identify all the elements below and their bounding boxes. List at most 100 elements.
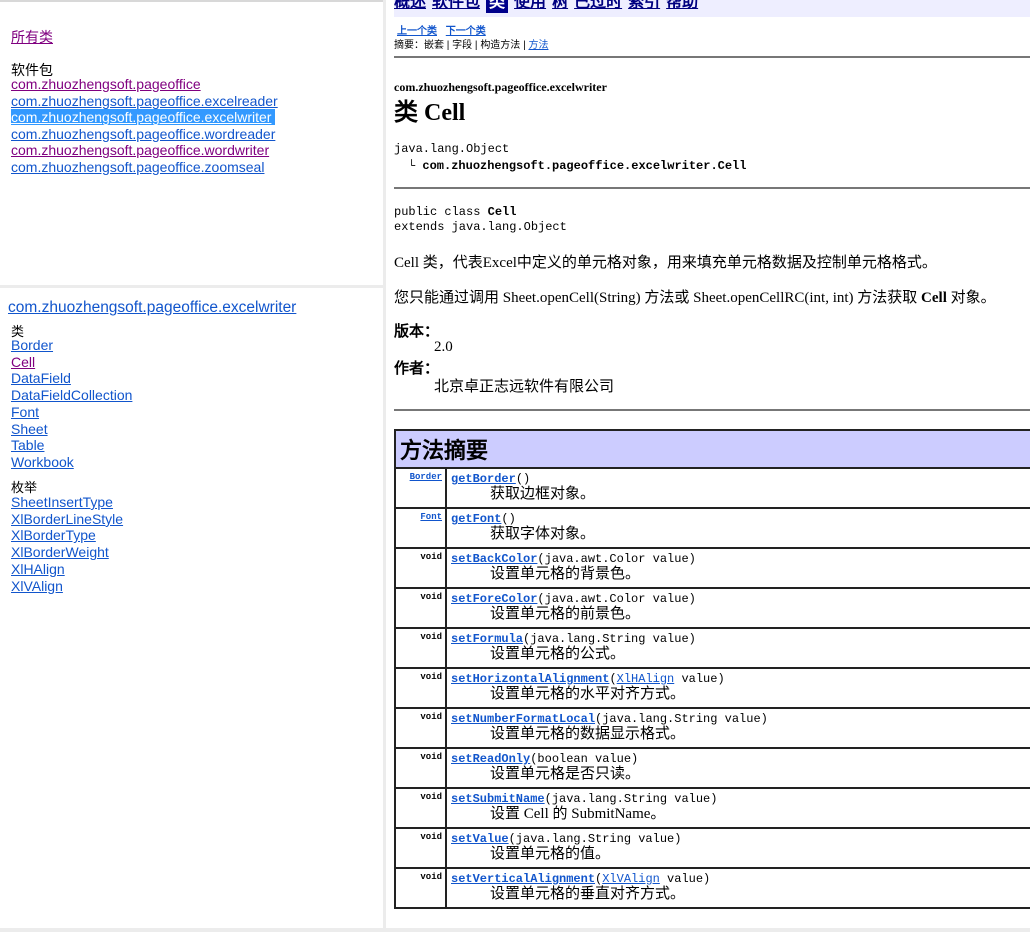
class-link[interactable]: DataFieldCollection (11, 387, 132, 403)
method-description: 设置单元格是否只读。 (490, 766, 641, 782)
enum-list-item: XlBorderLineStyle (11, 511, 123, 528)
navbar-item[interactable]: 索引 (628, 0, 660, 13)
return-type-link[interactable]: Font (420, 512, 442, 522)
package-list-item: com.zhuozhengsoft.pageoffice.wordwriter (11, 142, 278, 159)
usage-note-bold: Cell (921, 290, 947, 306)
class-link[interactable]: Workbook (11, 454, 74, 470)
class-link[interactable]: Cell (11, 354, 35, 370)
method-link[interactable]: setValue (451, 832, 509, 846)
enum-link[interactable]: XlBorderLineStyle (11, 511, 123, 527)
enum-link[interactable]: XlVAlign (11, 578, 63, 594)
method-row: Font getFont() 获取字体对象。 (394, 507, 1030, 549)
method-return-type: void (394, 747, 447, 789)
method-signature-line: setBackColor(java.awt.Color value) (451, 552, 1028, 566)
method-signature: setFormula(java.lang.String value) 设置单元格的… (445, 627, 1030, 669)
method-link[interactable]: setBackColor (451, 552, 537, 566)
method-signature: getBorder() 获取边框对象。 (445, 467, 1030, 509)
package-list-item: com.zhuozhengsoft.pageoffice.excelreader (11, 93, 278, 110)
return-type: void (420, 592, 442, 602)
method-link[interactable]: getBorder (451, 472, 516, 486)
version-label: 版本： (394, 324, 440, 340)
method-return-type: void (394, 547, 447, 589)
method-description: 设置单元格的背景色。 (490, 566, 641, 582)
method-signature: setNumberFormatLocal(java.lang.String va… (445, 707, 1030, 749)
navbar-item[interactable]: 使用 (514, 0, 546, 13)
method-description: 设置 Cell 的 SubmitName。 (490, 806, 666, 822)
class-nav: 上一个类 下一个类 (397, 22, 492, 37)
tree-branch-icon: └ (408, 159, 416, 173)
enum-link[interactable]: SheetInsertType (11, 494, 113, 510)
navbar-item[interactable]: 已过时 (574, 0, 622, 13)
method-signature-line: getFont() (451, 512, 1028, 526)
method-description: 获取字体对象。 (490, 526, 596, 542)
method-signature-line: setForeColor(java.awt.Color value) (451, 592, 1028, 606)
navbar-item[interactable]: 树 (552, 0, 568, 13)
return-type: void (420, 632, 442, 642)
method-link[interactable]: setFormula (451, 632, 523, 646)
class-usage-note: 您只能通过调用 Sheet.openCell(String) 方法或 Sheet… (394, 286, 996, 307)
method-row: void setReadOnly(boolean value) 设置单元格是否只读。 (394, 747, 1030, 789)
method-link[interactable]: setSubmitName (451, 792, 545, 806)
method-return-type: void (394, 827, 447, 869)
enum-link[interactable]: XlBorderType (11, 527, 96, 543)
method-row: void setVerticalAlignment(XlVAlign value)… (394, 867, 1030, 909)
class-list-item: Workbook (11, 454, 132, 471)
all-classes-link[interactable]: 所有类 (11, 27, 53, 47)
class-doc-frame: 概述 软件包类使用树已过时 索引 帮助 上一个类 下一个类 摘要：嵌套 | 字段 | … (386, 0, 1030, 932)
method-link[interactable]: setNumberFormatLocal (451, 712, 595, 726)
return-type: void (420, 552, 442, 562)
package-link[interactable]: com.zhuozhengsoft.pageoffice.wordwriter (11, 142, 269, 158)
navbar-item[interactable]: 概述 (394, 0, 426, 13)
class-description: Cell 类，代表Excel中定义的单元格对象，用来填充单元格数据及控制单元格格… (394, 255, 937, 271)
method-params: (java.awt.Color value) (537, 592, 696, 606)
class-link[interactable]: DataField (11, 370, 71, 386)
current-package-link[interactable]: com.zhuozhengsoft.pageoffice.excelwriter (8, 299, 296, 317)
return-type: void (420, 872, 442, 882)
method-link[interactable]: setForeColor (451, 592, 537, 606)
param-type-link[interactable]: XlHAlign (617, 672, 675, 686)
navbar-item[interactable]: 软件包 (432, 0, 480, 13)
package-link[interactable]: com.zhuozhengsoft.pageoffice (11, 76, 201, 92)
method-link[interactable]: setHorizontalAlignment (451, 672, 609, 686)
method-link[interactable]: getFont (451, 512, 501, 526)
enum-link[interactable]: XlHAlign (11, 561, 65, 577)
method-signature: setReadOnly(boolean value) 设置单元格是否只读。 (445, 747, 1030, 789)
summary-item: 构造方法 (480, 40, 521, 51)
method-return-type: void (394, 627, 447, 669)
enum-link[interactable]: XlBorderWeight (11, 544, 109, 560)
divider (394, 56, 1030, 58)
version-value: 2.0 (434, 339, 453, 355)
method-signature: getFont() 获取字体对象。 (445, 507, 1030, 549)
method-return-type: void (394, 787, 447, 829)
return-type-link[interactable]: Border (410, 472, 442, 482)
class-link[interactable]: Table (11, 437, 44, 453)
package-link[interactable]: com.zhuozhengsoft.pageoffice.zoomseal (11, 159, 264, 175)
param-type-link[interactable]: XlVAlign (602, 872, 660, 886)
navbar-item[interactable]: 帮助 (666, 0, 698, 13)
return-type: void (420, 712, 442, 722)
method-params: (boolean value) (530, 752, 639, 766)
method-params-rest: value) (674, 672, 725, 686)
return-type: void (420, 752, 442, 762)
author-value: 北京卓正志远软件有限公司 (434, 379, 615, 395)
method-params: ( (609, 672, 617, 686)
method-params: (java.lang.String value) (544, 792, 718, 806)
method-row: void setSubmitName(java.lang.String value… (394, 787, 1030, 829)
summary-link-methods[interactable]: 方法 (528, 40, 548, 51)
package-list: com.zhuozhengsoft.pageoffice com.zhuozhen… (11, 76, 278, 176)
package-link[interactable]: com.zhuozhengsoft.pageoffice.excelreader (11, 93, 278, 109)
top-navbar: 概述 软件包类使用树已过时 索引 帮助 (394, 0, 1030, 17)
class-link[interactable]: Sheet (11, 421, 48, 437)
class-link[interactable]: Border (11, 337, 53, 353)
method-params: (java.awt.Color value) (537, 552, 696, 566)
inheritance-child: └ com.zhuozhengsoft.pageoffice.excelwrit… (408, 159, 746, 173)
method-signature: setValue(java.lang.String value) 设置单元格的值。 (445, 827, 1030, 869)
method-link[interactable]: setVerticalAlignment (451, 872, 595, 886)
divider (394, 187, 1030, 189)
method-link[interactable]: setReadOnly (451, 752, 530, 766)
summary-item: 字段 (452, 40, 473, 51)
class-link[interactable]: Font (11, 404, 39, 420)
method-description: 设置单元格的数据显示格式。 (490, 726, 686, 742)
package-link[interactable]: com.zhuozhengsoft.pageoffice.excelwriter (11, 109, 276, 126)
package-link[interactable]: com.zhuozhengsoft.pageoffice.wordreader (11, 126, 275, 142)
